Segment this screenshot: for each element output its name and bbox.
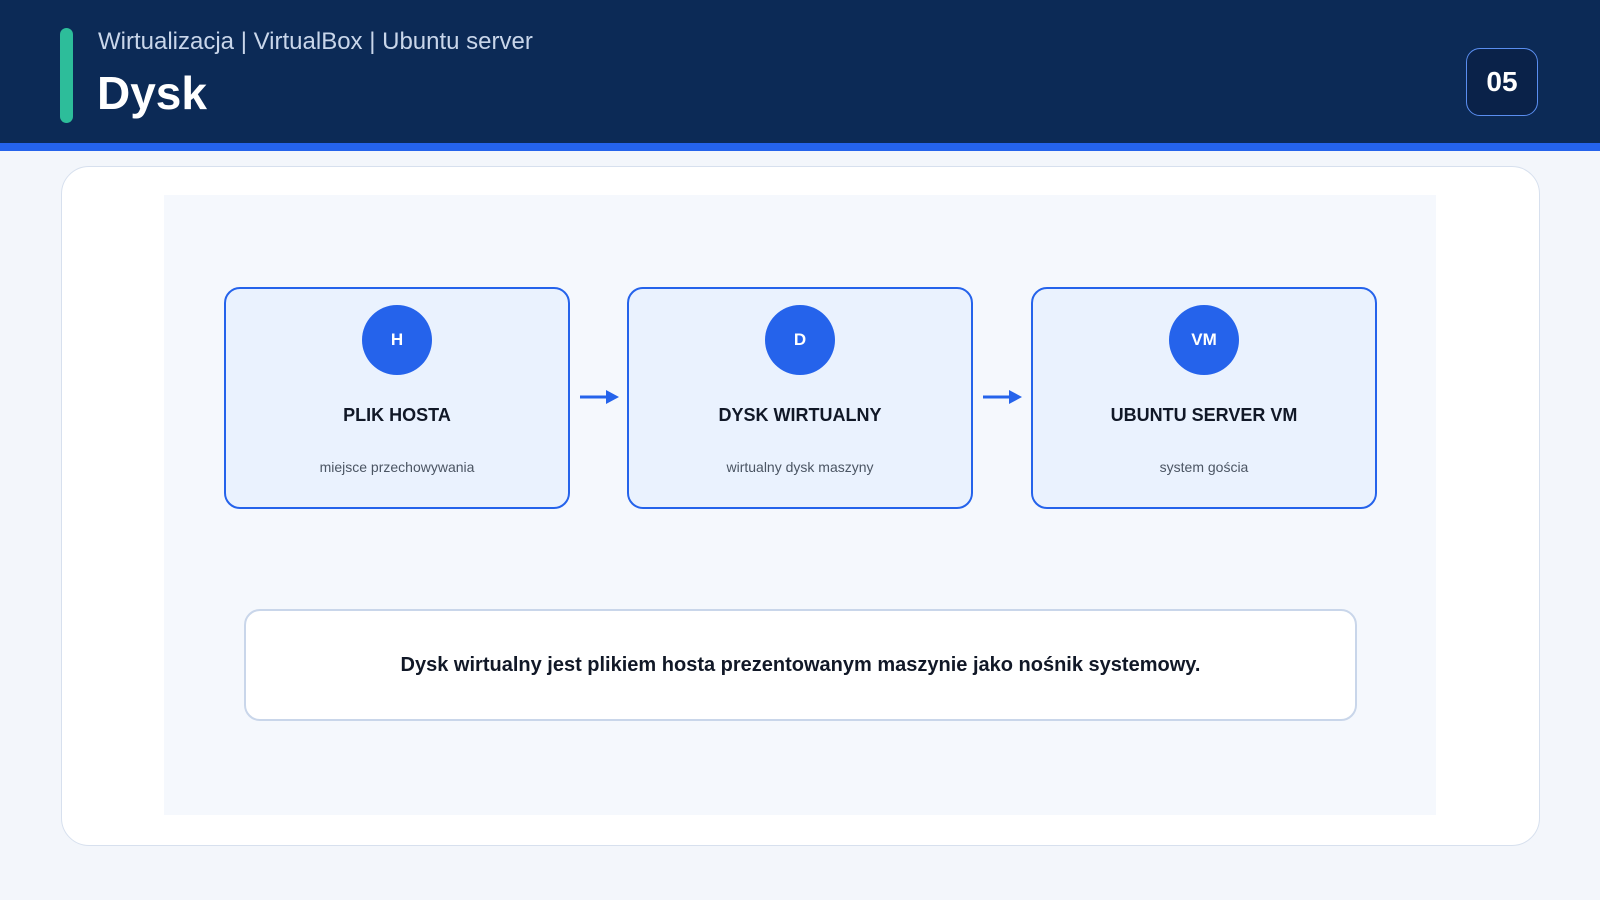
- caption-text: Dysk wirtualny jest plikiem hosta prezen…: [400, 653, 1201, 676]
- node-title: UBUNTU SERVER VM: [1110, 405, 1298, 425]
- node-virtual-disk: D DYSK WIRTUALNY wirtualny dysk maszyny: [627, 287, 973, 509]
- accent-bar: [60, 28, 73, 123]
- caption-box: Dysk wirtualny jest plikiem hosta prezen…: [244, 609, 1357, 721]
- node-title: DYSK WIRTUALNY: [718, 405, 882, 425]
- slide-number-badge: 05: [1466, 48, 1538, 116]
- node-badge-circle: D: [765, 305, 835, 375]
- node-title: PLIK HOSTA: [343, 405, 451, 425]
- node-ubuntu-vm: VM UBUNTU SERVER VM system gościa: [1031, 287, 1377, 509]
- breadcrumb-subtitle: Wirtualizacja | VirtualBox | Ubuntu serv…: [98, 28, 533, 55]
- node-host-file: H PLIK HOSTA miejsce przechowywania: [224, 287, 570, 509]
- header-divider: [0, 143, 1600, 151]
- arrow-right-icon: [983, 390, 1022, 404]
- node-description: system gościa: [1159, 459, 1249, 475]
- node-description: miejsce przechowywania: [319, 459, 475, 475]
- node-description: wirtualny dysk maszyny: [726, 459, 874, 475]
- arrow-right-icon: [580, 390, 619, 404]
- page-title: Dysk: [97, 67, 207, 119]
- header-bar: [0, 0, 1600, 143]
- node-badge-circle: VM: [1169, 305, 1239, 375]
- node-badge-circle: H: [362, 305, 432, 375]
